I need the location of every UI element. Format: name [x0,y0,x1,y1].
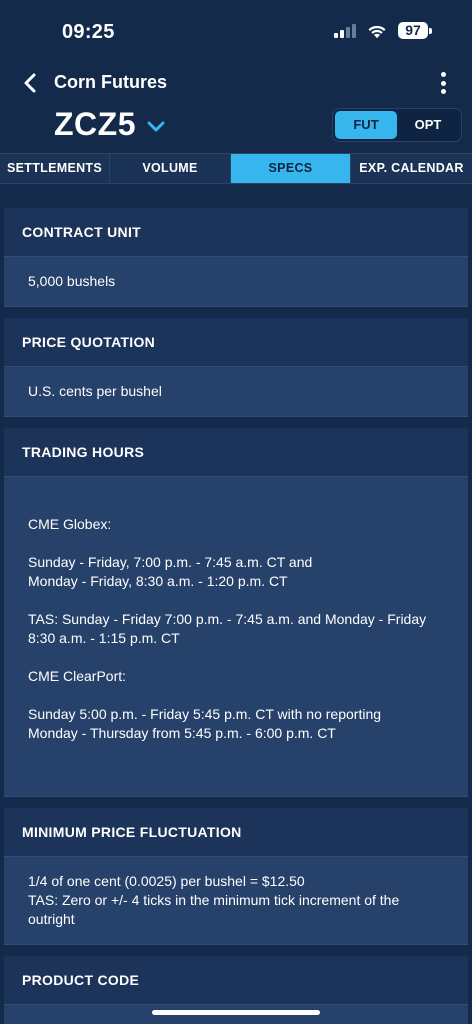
product-code-header: PRODUCT CODE [4,956,468,1004]
chevron-down-icon [147,121,165,131]
home-indicator[interactable] [152,1010,320,1015]
status-time: 09:25 [62,21,115,43]
fluctuation-line: TAS: Zero or +/- 4 ticks in the minimum … [28,892,400,927]
trading-hours-line: TAS: Sunday - Friday 7:00 p.m. - 7:45 a.… [28,611,427,646]
price-quotation-header: PRICE QUOTATION [4,318,468,366]
tab-settlements[interactable]: SETTLEMENTS [0,154,110,183]
status-icons: 97 [334,22,432,39]
trading-hours-line: Sunday - Friday, 7:00 p.m. - 7:45 a.m. C… [28,554,313,570]
battery-icon: 97 [398,22,432,39]
specs-content[interactable]: CONTRACT UNIT 5,000 bushels PRICE QUOTAT… [4,208,468,1024]
trading-hours-line: Sunday 5:00 p.m. - Friday 5:45 p.m. CT w… [28,706,382,722]
min-price-fluctuation-body: 1/4 of one cent (0.0025) per bushel = $1… [4,856,468,945]
tab-bar: SETTLEMENTS VOLUME SPECS EXP. CALENDAR [0,153,472,184]
contract-unit-header: CONTRACT UNIT [4,208,468,256]
back-arrow-icon[interactable] [20,72,40,94]
contract-symbol: ZCZ5 [54,106,136,142]
trading-hours-line: Monday - Thursday from 5:45 p.m. - 6:00 … [28,725,336,741]
fluctuation-line: 1/4 of one cent (0.0025) per bushel = $1… [28,873,305,889]
status-bar: 09:25 97 [0,0,472,62]
trading-hours-header: TRADING HOURS [4,428,468,476]
tab-exp-calendar[interactable]: EXP. CALENDAR [351,154,472,183]
fut-button[interactable]: FUT [335,111,397,139]
tab-volume[interactable]: VOLUME [110,154,231,183]
more-options-icon[interactable] [440,72,446,94]
tab-specs[interactable]: SPECS [231,154,351,183]
fut-opt-toggle: FUT OPT [332,108,462,142]
battery-level: 97 [398,22,428,39]
symbol-selector[interactable]: ZCZ5 [54,106,166,143]
header: Corn Futures ZCZ5 FUT OPT [0,62,472,154]
opt-button[interactable]: OPT [397,111,459,139]
page-title: Corn Futures [54,72,168,92]
price-quotation-value: U.S. cents per bushel [4,366,468,417]
cellular-signal-icon [334,23,356,38]
contract-unit-value: 5,000 bushels [4,256,468,307]
trading-hours-line: CME Globex: [28,516,112,532]
wifi-icon [368,25,386,38]
trading-hours-line: CME ClearPort: [28,668,127,684]
trading-hours-line: Monday - Friday, 8:30 a.m. - 1:20 p.m. C… [28,573,288,589]
min-price-fluctuation-header: MINIMUM PRICE FLUCTUATION [4,808,468,856]
trading-hours-body: CME Globex: Sunday - Friday, 7:00 p.m. -… [4,476,468,797]
